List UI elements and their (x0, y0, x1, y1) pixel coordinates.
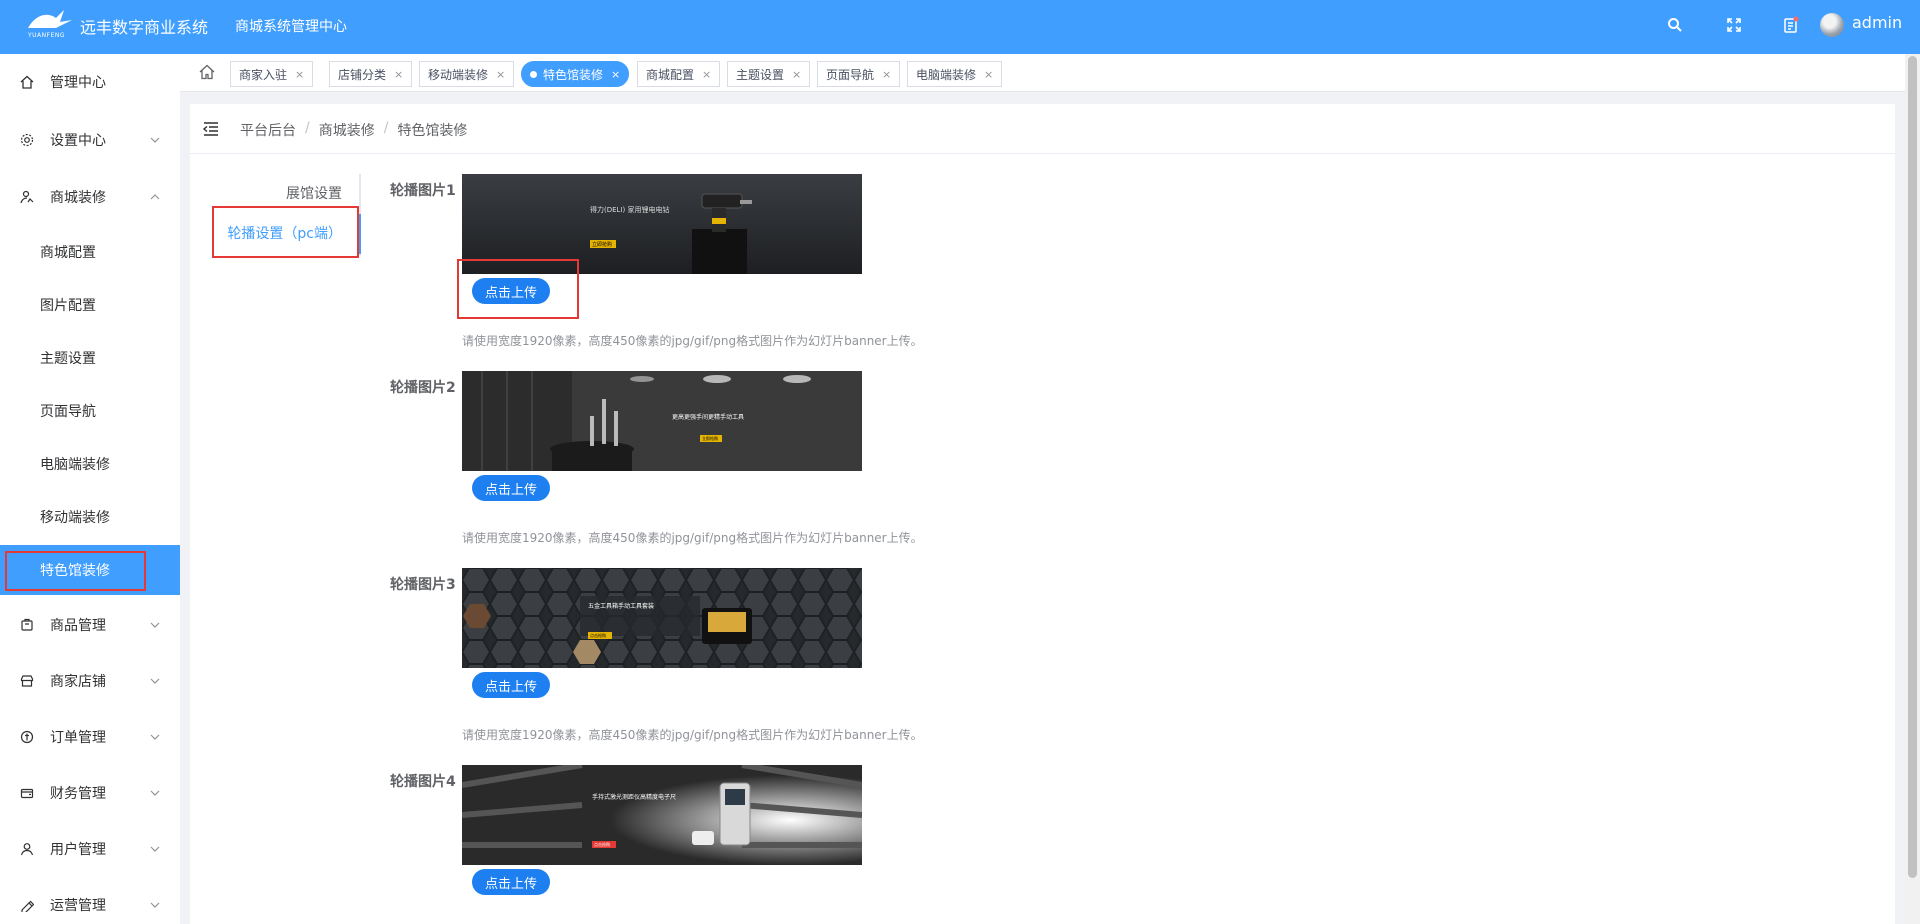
breadcrumb: 平台后台 / 商城装修 / 特色馆装修 (240, 120, 468, 140)
decoration-icon (20, 190, 34, 204)
close-icon[interactable]: × (295, 68, 304, 81)
tags-view: 商家入驻 × 店铺分类 × 移动端装修 × 特色馆装修 × 商城配置 × 主题设置 × 页面… (180, 54, 1905, 92)
sidebar-subitem-feature-hall[interactable]: 特色馆装修 (0, 545, 180, 595)
sidebar-item-settings[interactable]: 设置中心 (0, 115, 180, 165)
sidebar-item-mall-decoration[interactable]: 商城装修 (0, 172, 180, 222)
notification-icon[interactable] (1780, 14, 1802, 36)
banner-title: 得力(DELI) 家用锂电电钻 (590, 205, 669, 214)
breadcrumb-item: 特色馆装修 (397, 123, 468, 139)
sidebar-item-user[interactable]: 用户管理 (0, 824, 180, 874)
chevron-down-icon (150, 678, 160, 684)
avatar[interactable] (1820, 13, 1844, 37)
sidebar-item-goods[interactable]: 商品管理 (0, 600, 180, 650)
order-icon (20, 730, 34, 744)
tag-shop-category[interactable]: 店铺分类 × (329, 61, 413, 87)
gear-icon (20, 133, 34, 147)
breadcrumb-item[interactable]: 商城装修 (319, 120, 375, 140)
banner-title: 五金工具箱手动工具套装 (588, 602, 654, 610)
sidebar: 管理中心 设置中心 商城装修 商城配置 图片配置 主题设置 页面导航 电脑端装修… (0, 54, 180, 924)
close-icon[interactable]: × (496, 68, 505, 81)
banner-image-4: 手持式激光测距仪高精度电子尺 点击抢购 (462, 765, 862, 865)
sidebar-subitem-theme-settings[interactable]: 主题设置 (0, 333, 180, 383)
banner-image-2: 更高更强手间更精手动工具 立即抢购 (462, 371, 862, 471)
close-icon[interactable]: × (882, 68, 891, 81)
upload-button[interactable]: 点击上传 (472, 672, 550, 698)
upload-hint: 请使用宽度1920像素，高度450像素的jpg/gif/png格式图片作为幻灯片… (462, 728, 923, 742)
banner-title: 手持式激光测距仪高精度电子尺 (592, 793, 676, 801)
brand-name: 远丰数字商业系统 (80, 18, 209, 37)
slide-label: 轮播图片4 (390, 774, 456, 790)
logo-text: YUANFENG (28, 32, 66, 39)
chevron-up-icon (150, 194, 160, 200)
shop-icon (20, 675, 34, 687)
sidebar-item-order[interactable]: 订单管理 (0, 712, 180, 762)
close-icon[interactable]: × (394, 68, 403, 81)
user-icon (20, 843, 34, 856)
tag-pc-decoration[interactable]: 电脑端装修 × (907, 61, 1003, 87)
header-subtitle: 商城系统管理中心 (235, 19, 347, 35)
tag-mobile-decoration[interactable]: 移动端装修 × (419, 61, 515, 87)
chevron-down-icon (150, 902, 160, 908)
scrollbar-thumb[interactable] (1908, 56, 1917, 878)
sidebar-item-finance[interactable]: 财务管理 (0, 768, 180, 818)
banner-image-1: 得力(DELI) 家用锂电电钻 立即抢购 (462, 174, 862, 274)
banner-tag: 立即抢购 (702, 435, 718, 441)
search-icon[interactable] (1664, 14, 1686, 36)
sidebar-subitem-pc-decoration[interactable]: 电脑端装修 (0, 439, 180, 489)
company-logo[interactable]: YUANFENG (26, 8, 76, 42)
chevron-down-icon (150, 734, 160, 740)
slide-label: 轮播图片2 (390, 380, 456, 396)
home-icon (20, 75, 34, 89)
chevron-down-icon (150, 622, 160, 628)
breadcrumb-bar: 平台后台 / 商城装修 / 特色馆装修 (190, 104, 1895, 154)
upload-button[interactable]: 点击上传 (472, 475, 550, 501)
banner-tag: 点击抢购 (594, 841, 610, 847)
tag-theme-settings[interactable]: 主题设置 × (727, 61, 811, 87)
fullscreen-icon[interactable] (1723, 14, 1745, 36)
banner-title: 更高更强手间更精手动工具 (672, 413, 744, 421)
active-dot (530, 70, 537, 78)
logo-bird-icon (28, 10, 72, 28)
sidebar-subitem-mall-config[interactable]: 商城配置 (0, 227, 180, 277)
top-header: YUANFENG 远丰数字商业系统 商城系统管理中心 admin (0, 0, 1920, 54)
banner-tag: 点击抢购 (590, 632, 606, 638)
chevron-down-icon (150, 790, 160, 796)
close-icon[interactable]: × (611, 68, 620, 81)
upload-button[interactable]: 点击上传 (472, 869, 550, 895)
tag-page-nav[interactable]: 页面导航 × (817, 61, 901, 87)
close-icon[interactable]: × (984, 68, 993, 81)
sidebar-subitem-image-config[interactable]: 图片配置 (0, 280, 180, 330)
upload-hint: 请使用宽度1920像素，高度450像素的jpg/gif/png格式图片作为幻灯片… (462, 334, 923, 348)
sidebar-item-operation[interactable]: 运营管理 (0, 880, 180, 924)
banner-image-3: 五金工具箱手动工具套装 点击抢购 (462, 568, 862, 668)
page-scrollbar[interactable] (1905, 54, 1920, 924)
goods-icon (21, 618, 33, 631)
banner-tag: 立即抢购 (592, 241, 612, 248)
breadcrumb-item[interactable]: 平台后台 (240, 120, 296, 140)
sidebar-subitem-page-nav[interactable]: 页面导航 (0, 386, 180, 436)
sidebar-item-management-center[interactable]: 管理中心 (0, 57, 180, 107)
chevron-down-icon (150, 846, 160, 852)
upload-button[interactable]: 点击上传 (472, 278, 550, 304)
main-panel: 平台后台 / 商城装修 / 特色馆装修 展馆设置 轮播设置（pc端） 轮播图片1 得… (190, 104, 1895, 924)
menu-fold-icon[interactable] (202, 120, 220, 138)
vertical-tabs: 展馆设置 轮播设置（pc端） (190, 174, 362, 256)
close-icon[interactable]: × (792, 68, 801, 81)
tag-merchant-join[interactable]: 商家入驻 × (230, 61, 314, 87)
chevron-down-icon (150, 137, 160, 143)
tag-feature-hall[interactable]: 特色馆装修 × (521, 61, 630, 87)
slide-label: 轮播图片1 (390, 183, 456, 199)
upload-hint: 请使用宽度1920像素，高度450像素的jpg/gif/png格式图片作为幻灯片… (462, 531, 923, 545)
username[interactable]: admin (1852, 13, 1902, 32)
tag-mall-config[interactable]: 商城配置 × (637, 61, 721, 87)
operation-icon (21, 900, 34, 912)
tab-hall-settings[interactable]: 展馆设置 (286, 174, 342, 214)
sidebar-item-merchant-shop[interactable]: 商家店铺 (0, 656, 180, 706)
finance-icon (20, 788, 34, 799)
home-icon[interactable] (198, 63, 216, 81)
close-icon[interactable]: × (702, 68, 711, 81)
tab-carousel-settings-pc[interactable]: 轮播设置（pc端） (227, 214, 342, 254)
sidebar-subitem-mobile-decoration[interactable]: 移动端装修 (0, 492, 180, 542)
slide-label: 轮播图片3 (390, 577, 456, 593)
